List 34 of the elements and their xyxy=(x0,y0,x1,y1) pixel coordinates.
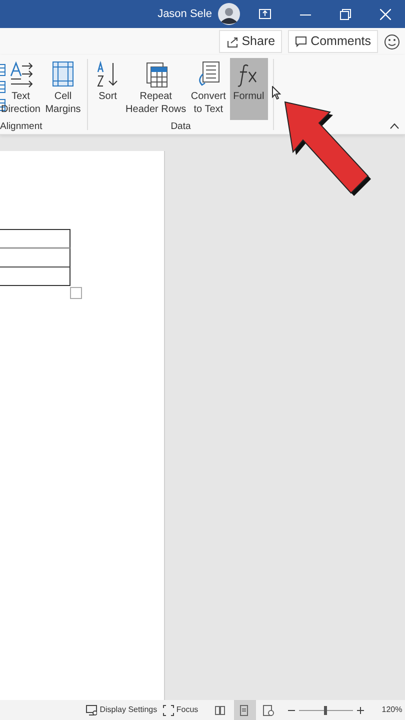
close-icon[interactable] xyxy=(380,8,390,20)
text-direction-button[interactable]: Text Direction xyxy=(0,58,42,120)
comments-button[interactable]: Comments xyxy=(288,30,378,53)
smiley-icon[interactable] xyxy=(384,34,400,50)
formula-button[interactable]: Formul xyxy=(230,58,268,120)
slider-thumb[interactable] xyxy=(324,706,328,714)
print-view-button[interactable] xyxy=(234,700,256,720)
group-label: Alignment xyxy=(0,120,44,134)
share-button[interactable]: Share xyxy=(218,30,282,53)
web-view-icon xyxy=(263,704,274,716)
group-label: Data xyxy=(170,120,192,134)
avatar-icon[interactable] xyxy=(218,3,240,25)
sort-button[interactable]: Sort xyxy=(94,58,122,120)
display-button[interactable]: Display Settings xyxy=(86,704,158,716)
read-view-icon xyxy=(215,704,226,716)
zoom-in-icon[interactable] xyxy=(356,706,364,714)
zoom-level[interactable]: 120% xyxy=(382,704,402,716)
table-cell-icon[interactable] xyxy=(0,81,6,94)
cell-margins-button[interactable]: Cell Margins xyxy=(44,58,82,120)
focus-icon xyxy=(162,704,174,716)
user-name: Jason Sele xyxy=(158,6,212,22)
table-cell-icon[interactable] xyxy=(0,64,6,76)
focus-button[interactable]: Focus xyxy=(162,704,198,716)
display-icon xyxy=(86,704,97,716)
repeat-header-button[interactable]: Repeat Header Rows xyxy=(124,58,188,120)
share-icon xyxy=(226,36,238,48)
text-direction-icon xyxy=(8,60,34,90)
comments-icon xyxy=(294,36,307,48)
cursor-icon xyxy=(272,86,281,100)
collapse-icon[interactable] xyxy=(390,123,399,129)
print-view-icon xyxy=(239,704,250,716)
display-icon[interactable] xyxy=(259,9,271,19)
restore-icon[interactable] xyxy=(340,8,350,20)
convert-button[interactable]: Convert to Text xyxy=(190,58,227,120)
